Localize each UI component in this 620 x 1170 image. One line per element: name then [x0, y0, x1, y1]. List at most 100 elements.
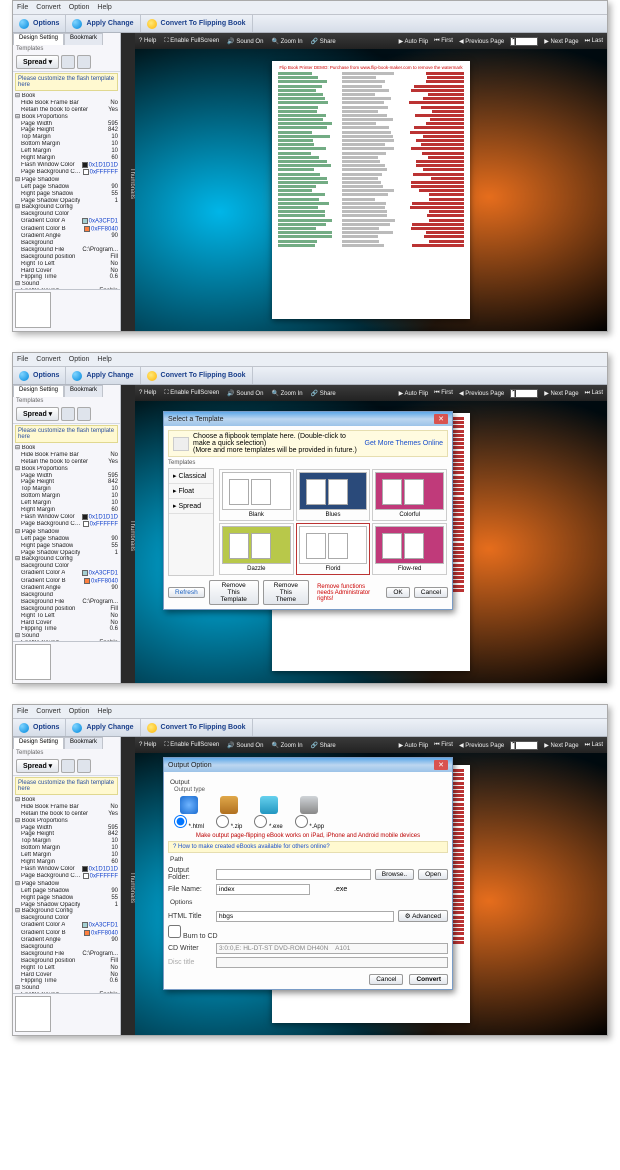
cancel-button[interactable]: Cancel [369, 974, 403, 985]
settings-tree[interactable]: ⊟ BookHide Book Frame BarNoRetain the bo… [13, 444, 120, 641]
cancel-button[interactable]: Cancel [414, 587, 448, 598]
spread-button[interactable]: Spread ▾ [16, 407, 59, 421]
menubar[interactable]: File Convert Option Help [13, 353, 607, 367]
template-item[interactable]: Dazzle [219, 523, 294, 575]
setting-row[interactable]: ⊟ Book [15, 797, 118, 804]
setting-row[interactable]: Hide Book Frame BarNo [15, 452, 118, 459]
template-item[interactable]: Flow-red [372, 523, 447, 575]
page-number-input[interactable] [510, 389, 538, 398]
prev-button[interactable]: ◀ Previous Page [459, 742, 504, 749]
setting-row[interactable]: Retain the book to centerYes [15, 459, 118, 466]
burn-to-cd-checkbox[interactable]: Burn to CD [168, 925, 218, 940]
fullscreen-button[interactable]: ⛶ Enable FullScreen [164, 38, 219, 45]
setting-row[interactable]: Retain the book to centerYes [15, 107, 118, 114]
ok-button[interactable]: OK [386, 587, 409, 598]
setting-row[interactable]: ⊟ Page Shadow [15, 881, 118, 888]
setting-row[interactable]: ⊟ Background Config [15, 908, 118, 915]
menu-convert[interactable]: Convert [36, 708, 61, 715]
convert-button[interactable]: Convert To Flipping Book [161, 372, 246, 379]
setting-row[interactable]: ⊟ Book [15, 93, 118, 100]
dialog-titlebar[interactable]: Output Option ✕ [164, 758, 452, 772]
template-category[interactable]: ▸ Float [169, 484, 213, 499]
setting-row[interactable]: Retain the book to centerYes [15, 811, 118, 818]
setting-row[interactable]: Background FileC:\Program... [15, 951, 118, 958]
tab-design-setting[interactable]: Design Setting [13, 33, 64, 45]
template-picker-icon[interactable] [61, 407, 75, 421]
template-thumbnail[interactable] [15, 644, 51, 680]
apply-change-button[interactable]: Apply Change [86, 20, 133, 27]
template-thumbnail[interactable] [15, 292, 51, 328]
sound-button[interactable]: 🔊 Sound On [227, 742, 263, 749]
setting-row[interactable]: Page Height842 [15, 127, 118, 134]
tab-bookmark[interactable]: Bookmark [64, 385, 103, 397]
tab-design-setting[interactable]: Design Setting [13, 385, 64, 397]
refresh-button[interactable]: Refresh [168, 587, 205, 598]
last-button[interactable]: ⏭ Last [585, 390, 603, 397]
setting-row[interactable]: Left Margin10 [15, 500, 118, 507]
menu-convert[interactable]: Convert [36, 356, 61, 363]
setting-row[interactable]: Background Color [15, 563, 118, 570]
setting-row[interactable]: Flash Window Color0x1D1D1D [15, 866, 118, 873]
autoflip-button[interactable]: ▶ Auto Flip [399, 38, 429, 45]
setting-row[interactable]: Gradient Angle90 [15, 233, 118, 240]
convert-button[interactable]: Convert To Flipping Book [161, 20, 246, 27]
setting-row[interactable]: Left Margin10 [15, 852, 118, 859]
spread-button[interactable]: Spread ▾ [16, 759, 59, 773]
prev-button[interactable]: ◀ Previous Page [459, 38, 504, 45]
template-picker-icon-2[interactable] [77, 407, 91, 421]
cd-writer-select[interactable] [216, 943, 448, 954]
zoom-button[interactable]: 🔍 Zoom In [271, 390, 302, 397]
settings-tree[interactable]: ⊟ BookHide Book Frame BarNoRetain the bo… [13, 92, 120, 289]
page-number-input[interactable] [510, 37, 538, 46]
setting-row[interactable]: ⊟ Sound [15, 633, 118, 640]
last-button[interactable]: ⏭ Last [585, 742, 603, 749]
setting-row[interactable]: Right page Shadow55 [15, 191, 118, 198]
settings-tree[interactable]: ⊟ BookHide Book Frame BarNoRetain the bo… [13, 796, 120, 993]
setting-row[interactable]: Background positionFill [15, 958, 118, 965]
template-item[interactable]: Blues [296, 469, 371, 521]
template-picker-icon[interactable] [61, 759, 75, 773]
zoom-button[interactable]: 🔍 Zoom In [271, 742, 302, 749]
setting-row[interactable]: Page Width595 [15, 825, 118, 832]
share-button[interactable]: 🔗 Share [311, 742, 336, 749]
setting-row[interactable]: Gradient Angle90 [15, 937, 118, 944]
setting-row[interactable]: Right Margin60 [15, 155, 118, 162]
setting-row[interactable]: Top Margin10 [15, 838, 118, 845]
menu-help[interactable]: Help [97, 708, 111, 715]
type-exe[interactable]: *.exe [254, 815, 282, 830]
template-item[interactable]: Colorful [372, 469, 447, 521]
setting-row[interactable]: Left page Shadow90 [15, 888, 118, 895]
setting-row[interactable]: Background Color [15, 915, 118, 922]
template-item[interactable]: Blank [219, 469, 294, 521]
setting-row[interactable]: ⊟ Book Proportions [15, 466, 118, 473]
menu-help[interactable]: Help [97, 356, 111, 363]
setting-row[interactable]: Right page Shadow55 [15, 895, 118, 902]
output-folder-input[interactable] [216, 869, 371, 880]
setting-row[interactable]: Flipping Time0.6 [15, 274, 118, 281]
setting-row[interactable]: Right Margin60 [15, 859, 118, 866]
setting-row[interactable]: Hide Book Frame BarNo [15, 804, 118, 811]
setting-row[interactable]: Background [15, 240, 118, 247]
convert-button[interactable]: Convert [409, 974, 448, 985]
setting-row[interactable]: Flash Window Color0x1D1D1D [15, 162, 118, 169]
template-thumbnail[interactable] [15, 996, 51, 1032]
next-button[interactable]: ▶ Next Page [544, 390, 578, 397]
setting-row[interactable]: Page Shadow Opacity1 [15, 550, 118, 557]
setting-row[interactable]: Gradient Color B0xFF8040 [15, 930, 118, 937]
tab-design-setting[interactable]: Design Setting [13, 737, 64, 749]
setting-row[interactable]: Background positionFill [15, 606, 118, 613]
close-icon[interactable]: ✕ [434, 414, 448, 424]
setting-row[interactable]: Page Height842 [15, 831, 118, 838]
remove-theme-button[interactable]: Remove This Theme [263, 580, 310, 605]
menubar[interactable]: File Convert Option Help [13, 1, 607, 15]
setting-row[interactable]: Page Background Color0xFFFFFF [15, 169, 118, 176]
setting-row[interactable]: Bottom Margin10 [15, 845, 118, 852]
apply-change-button[interactable]: Apply Change [86, 372, 133, 379]
convert-button[interactable]: Convert To Flipping Book [161, 724, 246, 731]
sound-button[interactable]: 🔊 Sound On [227, 390, 263, 397]
menu-convert[interactable]: Convert [36, 4, 61, 11]
setting-row[interactable]: ⊟ Book Proportions [15, 818, 118, 825]
options-button[interactable]: Options [33, 20, 59, 27]
setting-row[interactable]: Background Color [15, 211, 118, 218]
menu-file[interactable]: File [17, 4, 28, 11]
